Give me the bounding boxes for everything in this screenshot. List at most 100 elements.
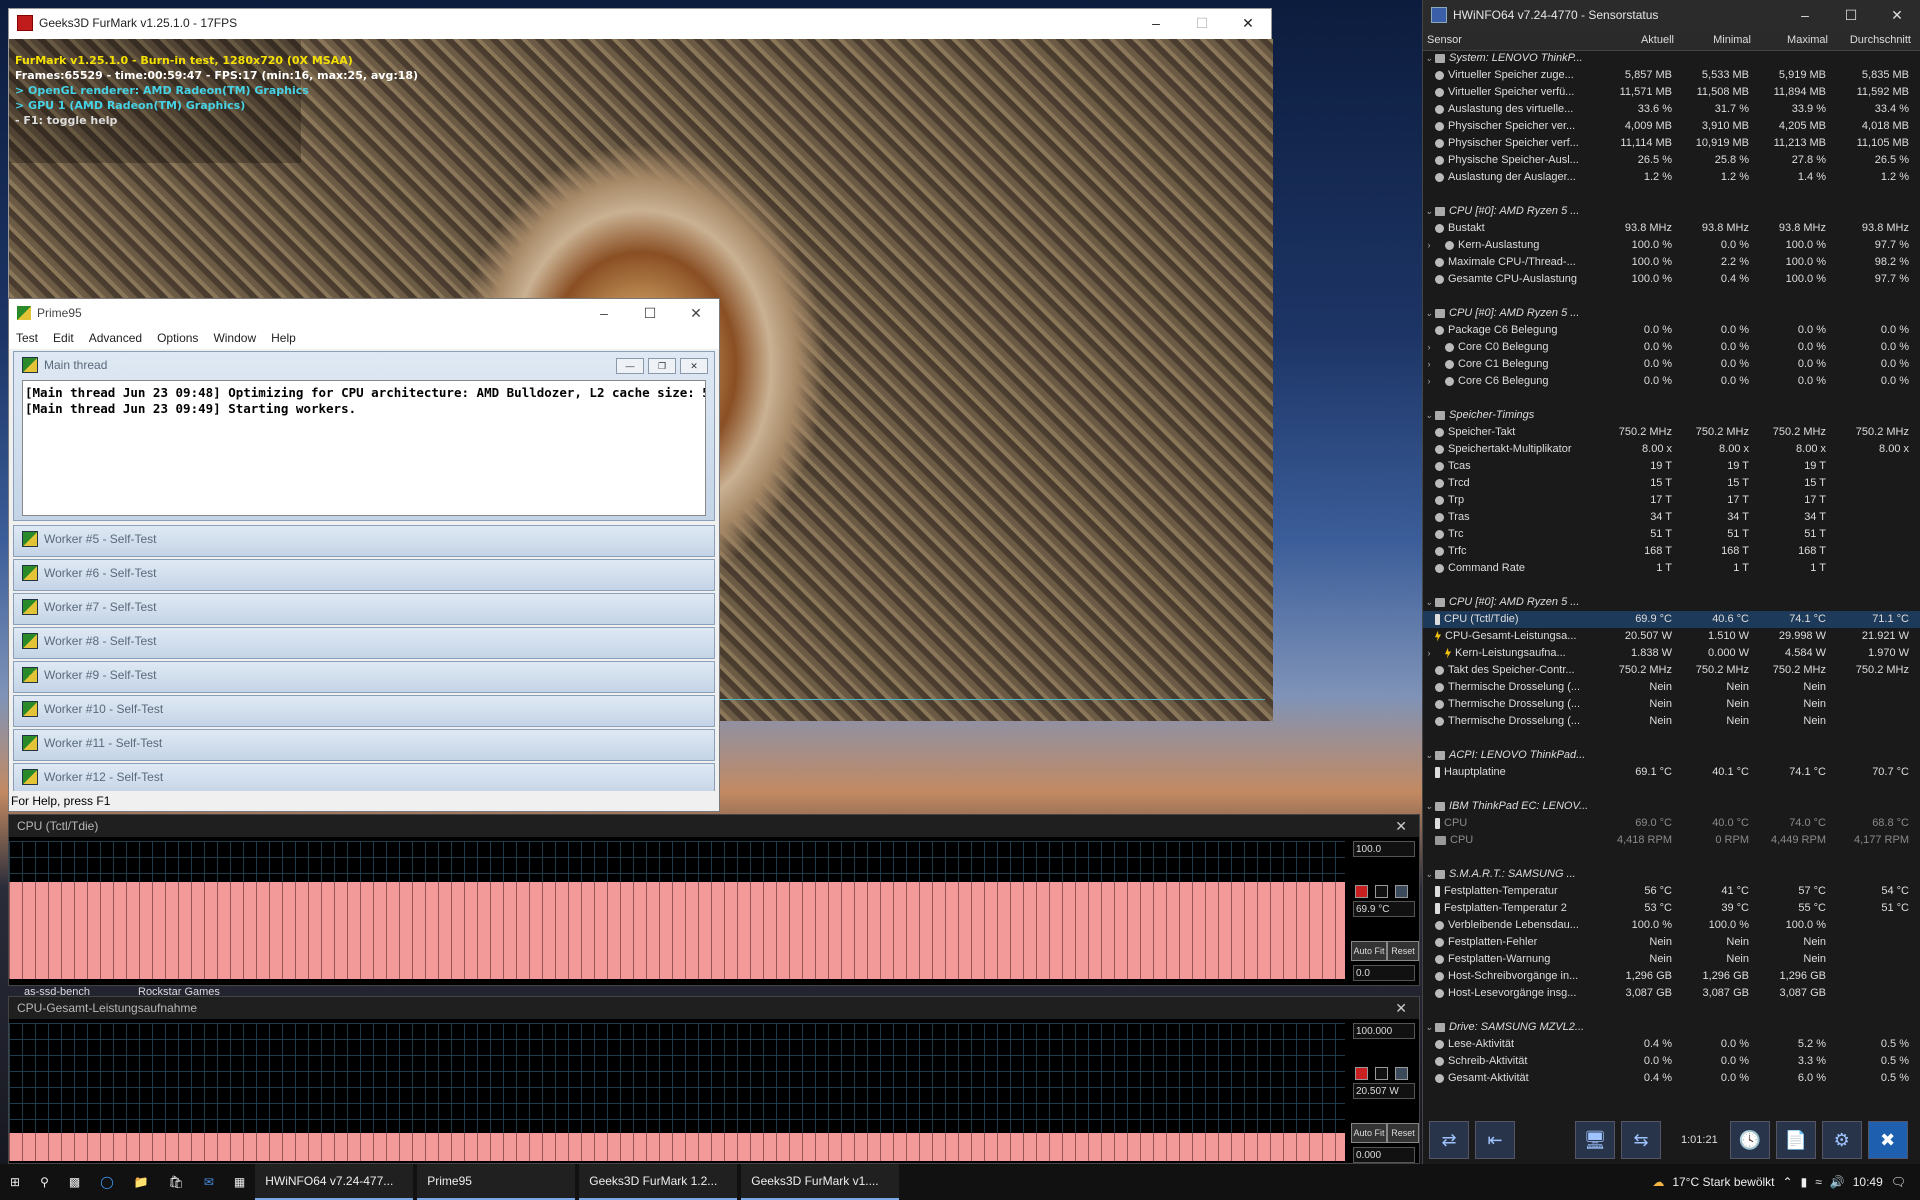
worker-caption[interactable]: Worker #5 - Self-Test: [14, 526, 714, 552]
chevron-down-icon[interactable]: ⌄: [1423, 747, 1435, 764]
sensor-group-row[interactable]: ⌄ CPU [#0]: AMD Ryzen 5 ...: [1423, 203, 1920, 220]
worker-caption[interactable]: Worker #7 - Self-Test: [14, 594, 714, 620]
color-swatch-black[interactable]: [1375, 1067, 1388, 1080]
tray-overflow-icon[interactable]: ⌃: [1783, 1175, 1793, 1189]
color-swatch-red[interactable]: [1355, 885, 1368, 898]
maximize-button[interactable]: ☐: [627, 299, 673, 327]
taskbar-furmark-1[interactable]: Geeks3D FurMark 1.2...: [579, 1164, 738, 1200]
col-average[interactable]: Durchschnitt: [1832, 34, 1915, 46]
sensor-row[interactable]: Package C6 Belegung 0.0 % 0.0 % 0.0 % 0.0 %: [1423, 322, 1920, 339]
sensor-row[interactable]: Host-Schreibvorgänge in... 1,296 GB 1,296 …: [1423, 968, 1920, 985]
taskbar-furmark-2[interactable]: Geeks3D FurMark v1....: [741, 1164, 900, 1200]
sensor-row[interactable]: Trcd 15 T 15 T 15 T: [1423, 475, 1920, 492]
clock[interactable]: 10:49: [1853, 1175, 1883, 1189]
chevron-down-icon[interactable]: ⌄: [1423, 1019, 1435, 1036]
chevron-down-icon[interactable]: ⌄: [1423, 594, 1435, 611]
main-thread-window[interactable]: Main thread — ❐ ✕ [Main thread Jun 23 09…: [13, 351, 715, 521]
taskbar-hwinfo[interactable]: HWiNFO64 v7.24-477...: [255, 1164, 414, 1200]
notifications-icon[interactable]: 🗨: [1891, 1175, 1906, 1189]
windows-start-icon[interactable]: ⊞: [0, 1164, 30, 1200]
hwinfo-titlebar[interactable]: HWiNFO64 v7.24-4770 - Sensorstatus – ☐ ✕: [1423, 0, 1920, 30]
sensor-row[interactable]: Thermische Drosselung (... Nein Nein Nein: [1423, 696, 1920, 713]
minimize-button[interactable]: –: [1782, 1, 1828, 29]
sensor-row[interactable]: Tras 34 T 34 T 34 T: [1423, 509, 1920, 526]
network-computer-icon[interactable]: 🖥: [1575, 1121, 1615, 1159]
worker-window[interactable]: Worker #11 - Self-Test: [13, 729, 715, 761]
chevron-down-icon[interactable]: ⌄: [1423, 203, 1435, 220]
auto-fit-button[interactable]: Auto Fit: [1351, 941, 1387, 961]
menu-edit[interactable]: Edit: [46, 331, 82, 345]
sensor-row[interactable]: Festplatten-Warnung Nein Nein Nein: [1423, 951, 1920, 968]
weather-icon[interactable]: ☁: [1652, 1175, 1664, 1189]
sensor-row[interactable]: Thermische Drosselung (... Nein Nein Nein: [1423, 679, 1920, 696]
close-icon[interactable]: ✖: [1867, 1121, 1908, 1159]
graph-cpu-temp-window[interactable]: CPU (Tctl/Tdie) ✕ 100.0 69.9 °C Auto Fit…: [8, 814, 1420, 986]
prime95-titlebar[interactable]: Prime95 – ☐ ✕: [9, 299, 719, 327]
sensor-row[interactable]: Auslastung der Auslager... 1.2 % 1.2 % 1.4 …: [1423, 169, 1920, 186]
sensor-row[interactable]: Speichertakt-Multiplikator 8.00 x 8.00 x 8.…: [1423, 441, 1920, 458]
worker-caption[interactable]: Worker #11 - Self-Test: [14, 730, 714, 756]
sensor-row[interactable]: Schreib-Aktivität 0.0 % 0.0 % 3.3 % 0.5 %: [1423, 1053, 1920, 1070]
file-explorer-icon[interactable]: 📁: [124, 1164, 159, 1200]
chevron-right-icon[interactable]: ›: [1423, 356, 1435, 373]
sensor-group-row[interactable]: ⌄ Speicher-Timings: [1423, 407, 1920, 424]
worker-caption[interactable]: Worker #12 - Self-Test: [14, 764, 714, 790]
col-current[interactable]: Aktuell: [1601, 34, 1678, 46]
sensor-row[interactable]: Physischer Speicher verf... 11,114 MB 10,9…: [1423, 135, 1920, 152]
sensor-row[interactable]: › Core C0 Belegung 0.0 % 0.0 % 0.0 % 0.0 %: [1423, 339, 1920, 356]
menu-help[interactable]: Help: [264, 331, 304, 345]
sensor-row[interactable]: Trp 17 T 17 T 17 T: [1423, 492, 1920, 509]
sensor-row[interactable]: Host-Lesevorgänge insg... 3,087 GB 3,087 G…: [1423, 985, 1920, 1002]
sensor-row[interactable]: Lese-Aktivität 0.4 % 0.0 % 5.2 % 0.5 %: [1423, 1036, 1920, 1053]
store-icon[interactable]: 🛍: [159, 1164, 194, 1200]
prime95-window[interactable]: Prime95 – ☐ ✕ Test Edit Advanced Options…: [8, 298, 720, 812]
col-sensor[interactable]: Sensor: [1423, 34, 1601, 46]
nav-left-right-icon[interactable]: ⇄: [1429, 1121, 1469, 1159]
sensor-group-row[interactable]: ⌄ System: LENOVO ThinkP...: [1423, 50, 1920, 67]
close-icon[interactable]: ✕: [1395, 818, 1407, 835]
clock-icon[interactable]: 🕓: [1729, 1121, 1770, 1159]
worker-caption[interactable]: Worker #9 - Self-Test: [14, 662, 714, 688]
sensor-row[interactable]: Trfc 168 T 168 T 168 T: [1423, 543, 1920, 560]
worker-window[interactable]: Worker #6 - Self-Test: [13, 559, 715, 591]
sensor-row[interactable]: Gesamte CPU-Auslastung 100.0 % 0.4 % 100.0 …: [1423, 271, 1920, 288]
sensor-row[interactable]: CPU (Tctl/Tdie) 69.9 °C 40.6 °C 74.1 °C 71.1…: [1423, 611, 1920, 628]
close-icon[interactable]: ✕: [1395, 1000, 1407, 1017]
sensor-row[interactable]: Festplatten-Temperatur 2 53 °C 39 °C 55 °C 5…: [1423, 900, 1920, 917]
worker-window[interactable]: Worker #9 - Self-Test: [13, 661, 715, 693]
hwinfo-window[interactable]: HWiNFO64 v7.24-4770 - Sensorstatus – ☐ ✕…: [1422, 0, 1920, 1164]
worker-window[interactable]: Worker #7 - Self-Test: [13, 593, 715, 625]
edge-icon[interactable]: ◯: [90, 1164, 123, 1200]
minimize-button[interactable]: –: [1133, 9, 1179, 37]
chevron-down-icon[interactable]: ⌄: [1423, 866, 1435, 883]
sensor-row[interactable]: Festplatten-Temperatur 56 °C 41 °C 57 °C 54 …: [1423, 883, 1920, 900]
sensor-row[interactable]: Speicher-Takt 750.2 MHz 750.2 MHz 750.2 MHz…: [1423, 424, 1920, 441]
reset-button[interactable]: Reset: [1387, 1123, 1419, 1143]
graph-min-field[interactable]: 0.0: [1353, 965, 1415, 981]
maximize-button[interactable]: ☐: [1179, 9, 1225, 37]
sensor-row[interactable]: Physischer Speicher ver... 4,009 MB 3,910 …: [1423, 118, 1920, 135]
col-maximum[interactable]: Maximal: [1755, 34, 1832, 46]
sensor-row[interactable]: Hauptplatine 69.1 °C 40.1 °C 74.1 °C 70.7 °C: [1423, 764, 1920, 781]
sensor-group-row[interactable]: ⌄ ACPI: LENOVO ThinkPad...: [1423, 747, 1920, 764]
minimize-button[interactable]: –: [581, 299, 627, 327]
sensor-row[interactable]: Takt des Speicher-Contr... 750.2 MHz 750.2…: [1423, 662, 1920, 679]
chevron-down-icon[interactable]: ⌄: [1423, 798, 1435, 815]
menu-window[interactable]: Window: [206, 331, 264, 345]
menu-test[interactable]: Test: [9, 331, 46, 345]
sensor-row[interactable]: Bustakt 93.8 MHz 93.8 MHz 93.8 MHz 93.8 MHz: [1423, 220, 1920, 237]
worker-caption[interactable]: Worker #10 - Self-Test: [14, 696, 714, 722]
reset-button[interactable]: Reset: [1387, 941, 1419, 961]
sensor-row[interactable]: CPU 4,418 RPM 0 RPM 4,449 RPM 4,177 RPM: [1423, 832, 1920, 849]
color-swatch-grid[interactable]: [1395, 1067, 1408, 1080]
sensor-row[interactable]: › Core C6 Belegung 0.0 % 0.0 % 0.0 % 0.0 %: [1423, 373, 1920, 390]
menu-options[interactable]: Options: [150, 331, 206, 345]
furmark-titlebar[interactable]: Geeks3D FurMark v1.25.1.0 - 17FPS – ☐ ✕: [9, 9, 1271, 37]
worker-window[interactable]: Worker #5 - Self-Test: [13, 525, 715, 557]
main-thread-log[interactable]: [Main thread Jun 23 09:48] Optimizing fo…: [22, 380, 706, 516]
chevron-down-icon[interactable]: ⌄: [1423, 305, 1435, 322]
graph-max-field[interactable]: 100.0: [1353, 841, 1415, 857]
battery-icon[interactable]: ▮: [1801, 1175, 1808, 1189]
graph-titlebar[interactable]: CPU-Gesamt-Leistungsaufnahme ✕: [9, 997, 1419, 1019]
graph-titlebar[interactable]: CPU (Tctl/Tdie) ✕: [9, 815, 1419, 837]
